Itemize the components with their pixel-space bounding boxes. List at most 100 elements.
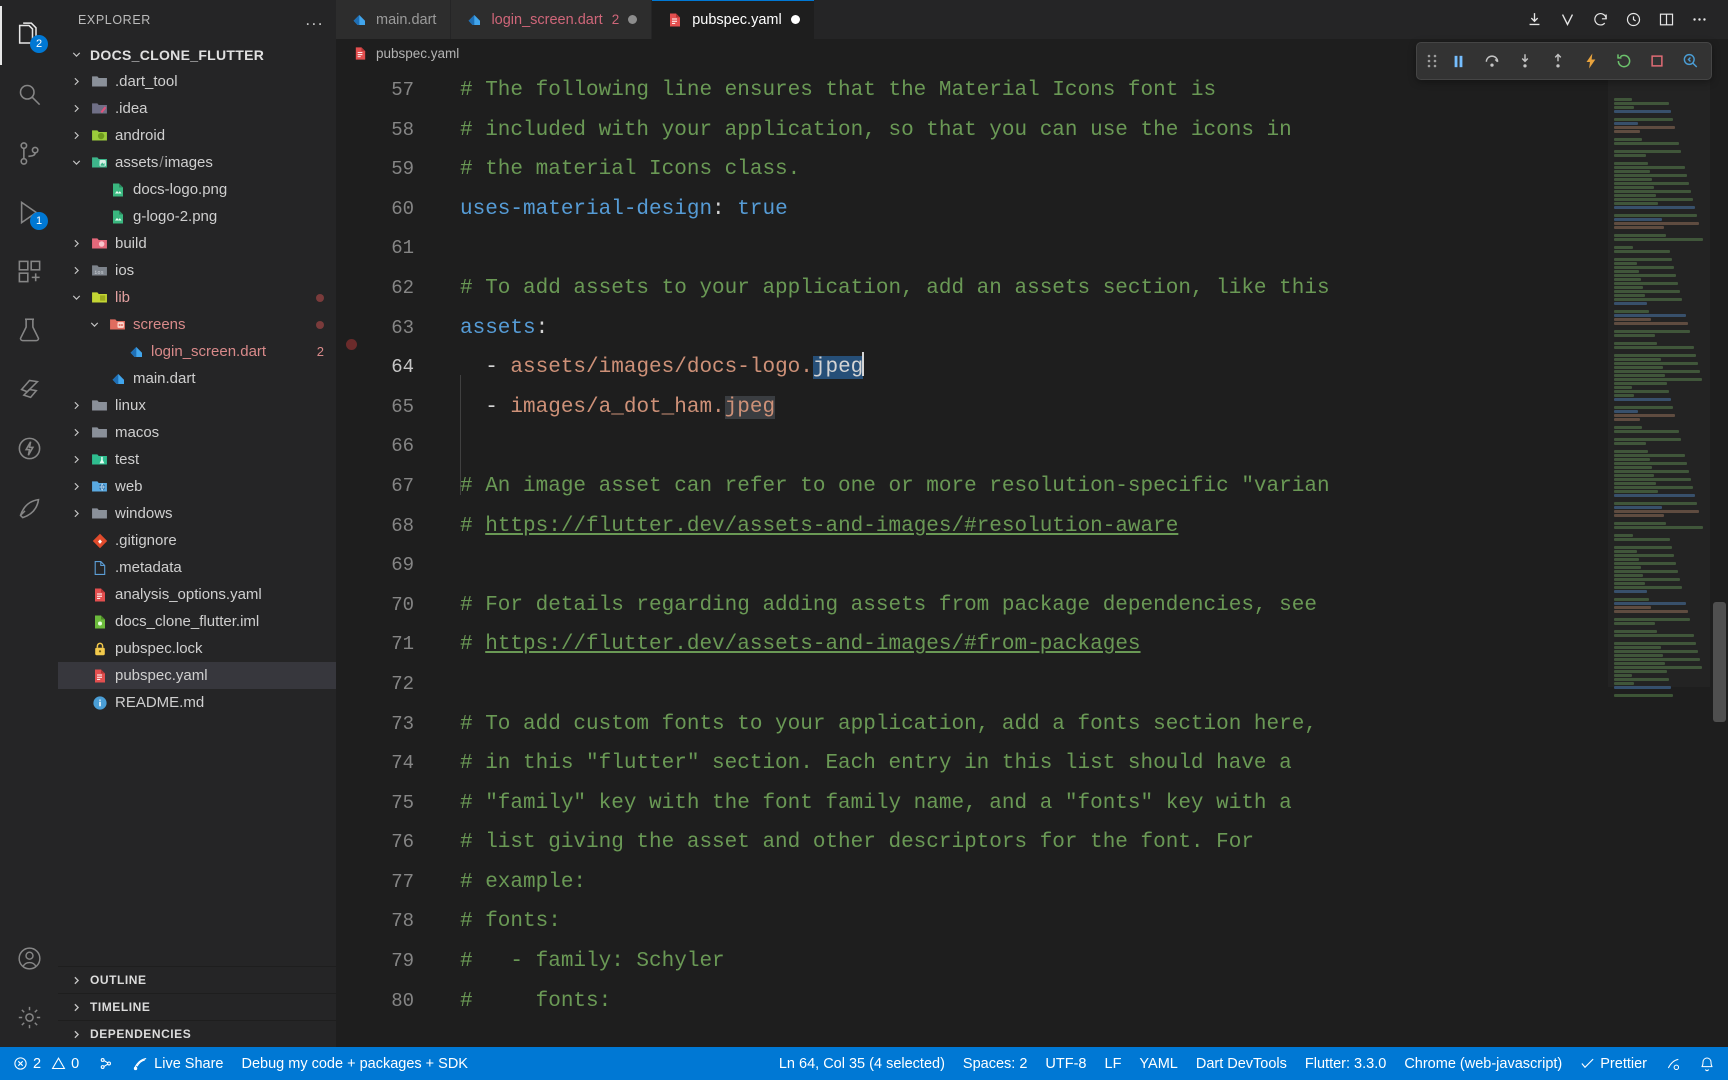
tree-item--metadata[interactable]: .metadata: [58, 554, 336, 581]
code-editor[interactable]: 57 58 59 60 61 62 63 64 65 66 67 68 69 70 71 72 73 74 75 76…: [336, 67, 1728, 1047]
tree-item-analysis-options-yaml[interactable]: analysis_options.yaml: [58, 581, 336, 608]
activity-explorer[interactable]: 2: [0, 6, 58, 65]
activity-flutter[interactable]: [0, 360, 58, 419]
code-line[interactable]: # https://flutter.dev/assets-and-images/…: [436, 507, 1728, 547]
status-notifications[interactable]: [1690, 1047, 1724, 1080]
status-indentation[interactable]: Spaces: 2: [954, 1047, 1037, 1080]
tab-dirty-indicator[interactable]: [790, 15, 800, 24]
status-prettier[interactable]: Prettier: [1571, 1047, 1656, 1080]
tree-item-lib[interactable]: lib: [58, 284, 336, 311]
code-line[interactable]: # in this "flutter" section. Each entry …: [436, 744, 1728, 784]
code-line[interactable]: - images/a_dot_ham.jpeg: [436, 388, 1728, 428]
tree-item-g-logo-2-png[interactable]: g-logo-2.png: [58, 203, 336, 230]
status-live-share[interactable]: Live Share: [123, 1047, 232, 1080]
tree-item-linux[interactable]: linux: [58, 392, 336, 419]
tree-item-build[interactable]: build: [58, 230, 336, 257]
tree-item-readme-md[interactable]: README.md: [58, 689, 336, 716]
code-line[interactable]: [436, 427, 1728, 467]
code-line[interactable]: uses-material-design: true: [436, 190, 1728, 230]
tab-main-dart[interactable]: main.dart: [336, 0, 452, 39]
pause-icon[interactable]: [1443, 46, 1474, 76]
status-dart-devtools[interactable]: Dart DevTools: [1187, 1047, 1296, 1080]
sidebar-more-actions[interactable]: ...: [305, 11, 324, 28]
code-line[interactable]: - assets/images/docs-logo.jpeg: [436, 348, 1728, 388]
tree-item-ios[interactable]: ios ios: [58, 257, 336, 284]
code-line[interactable]: # An image asset can refer to one or mor…: [436, 467, 1728, 507]
tree-item-docs-logo-png[interactable]: docs-logo.png: [58, 176, 336, 203]
hot-reload-icon[interactable]: [1575, 46, 1606, 76]
activity-extensions[interactable]: [0, 242, 58, 301]
tree-item-web[interactable]: web: [58, 473, 336, 500]
tree-item-test[interactable]: test: [58, 446, 336, 473]
scrollbar-thumb[interactable]: [1713, 602, 1726, 722]
panel-dependencies[interactable]: DEPENDENCIES: [58, 1020, 336, 1047]
step-over-icon[interactable]: [1476, 46, 1507, 76]
code-line[interactable]: [436, 665, 1728, 705]
status-language-mode[interactable]: YAML: [1130, 1047, 1186, 1080]
open-devtools-icon[interactable]: [1674, 46, 1705, 76]
code-content[interactable]: # The following line ensures that the Ma…: [436, 67, 1728, 1047]
code-line[interactable]: # For details regarding adding assets fr…: [436, 586, 1728, 626]
tab-login-screen-dart[interactable]: login_screen.dart 2: [451, 0, 653, 39]
activity-source-control[interactable]: [0, 124, 58, 183]
activity-manage[interactable]: [0, 988, 58, 1047]
vertical-scrollbar[interactable]: [1710, 67, 1728, 1047]
code-line[interactable]: # example:: [436, 863, 1728, 903]
status-broadcast[interactable]: [1656, 1047, 1690, 1080]
drag-handle-icon[interactable]: [1423, 52, 1441, 70]
save-all-icon[interactable]: [1519, 5, 1549, 35]
tree-item-main-dart[interactable]: main.dart: [58, 365, 336, 392]
tree-item-pubspec-lock[interactable]: pubspec.lock: [58, 635, 336, 662]
panel-timeline[interactable]: TIMELINE: [58, 993, 336, 1020]
code-line[interactable]: # To add assets to your application, add…: [436, 269, 1728, 309]
code-line[interactable]: # fonts:: [436, 902, 1728, 942]
tree-item--idea[interactable]: .idea: [58, 95, 336, 122]
code-line[interactable]: # list giving the asset and other descri…: [436, 823, 1728, 863]
code-line[interactable]: # fonts:: [436, 982, 1728, 1022]
status-eol[interactable]: LF: [1096, 1047, 1131, 1080]
code-line[interactable]: assets:: [436, 309, 1728, 349]
more-actions-icon[interactable]: [1684, 5, 1714, 35]
history-icon[interactable]: [1618, 5, 1648, 35]
activity-dart-devtools[interactable]: [0, 478, 58, 537]
code-line[interactable]: # included with your application, so tha…: [436, 111, 1728, 151]
tree-item-macos[interactable]: macos: [58, 419, 336, 446]
stop-icon[interactable]: [1641, 46, 1672, 76]
tree-item-docs-clone-flutter-iml[interactable]: docs_clone_flutter.iml: [58, 608, 336, 635]
activity-accounts[interactable]: [0, 929, 58, 988]
code-line[interactable]: # https://flutter.dev/assets-and-images/…: [436, 625, 1728, 665]
status-encoding[interactable]: UTF-8: [1036, 1047, 1095, 1080]
tree-item-assets[interactable]: assets/images: [58, 149, 336, 176]
status-problems[interactable]: 2 0: [4, 1047, 88, 1080]
status-debug-mode[interactable]: Debug my code + packages + SDK: [232, 1047, 477, 1080]
tab-pubspec-yaml[interactable]: pubspec.yaml: [652, 0, 815, 39]
activity-search[interactable]: [0, 65, 58, 124]
status-flutter-version[interactable]: Flutter: 3.3.0: [1296, 1047, 1395, 1080]
tree-item-pubspec-yaml[interactable]: pubspec.yaml: [58, 662, 336, 689]
code-line[interactable]: [436, 229, 1728, 269]
code-line[interactable]: # the material Icons class.: [436, 150, 1728, 190]
breakpoint-indicator[interactable]: [346, 339, 357, 350]
status-device[interactable]: Chrome (web-javascript): [1395, 1047, 1571, 1080]
version-control-icon[interactable]: [1552, 5, 1582, 35]
tab-dirty-indicator[interactable]: [628, 15, 638, 24]
tree-item--dart-tool[interactable]: .dart_tool: [58, 68, 336, 95]
hot-restart-icon[interactable]: [1608, 46, 1639, 76]
activity-thunder-client[interactable]: [0, 419, 58, 478]
code-line[interactable]: # To add custom fonts to your applicatio…: [436, 705, 1728, 745]
activity-testing[interactable]: [0, 301, 58, 360]
tree-item-login-screen-dart[interactable]: login_screen.dart 2: [58, 338, 336, 365]
refresh-icon[interactable]: [1585, 5, 1615, 35]
tree-item-screens[interactable]: screens: [58, 311, 336, 338]
panel-outline[interactable]: OUTLINE: [58, 966, 336, 993]
tree-root-folder[interactable]: DOCS_CLONE_FLUTTER: [58, 41, 336, 68]
code-line[interactable]: # "family" key with the font family name…: [436, 784, 1728, 824]
code-line[interactable]: [436, 546, 1728, 586]
step-out-icon[interactable]: [1542, 46, 1573, 76]
split-editor-icon[interactable]: [1651, 5, 1681, 35]
step-into-icon[interactable]: [1509, 46, 1540, 76]
code-line[interactable]: # - family: Schyler: [436, 942, 1728, 982]
status-cursor-position[interactable]: Ln 64, Col 35 (4 selected): [770, 1047, 954, 1080]
activity-run-and-debug[interactable]: 1: [0, 183, 58, 242]
tree-item-windows[interactable]: windows: [58, 500, 336, 527]
